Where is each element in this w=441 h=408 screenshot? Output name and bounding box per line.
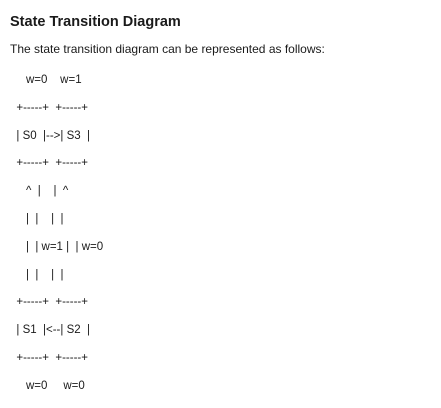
diagram-line: | | | | (10, 268, 64, 281)
diagram-line: w=0 w=0 (10, 379, 85, 392)
ascii-state-diagram: w=0 w=1 +-----+ +-----+ | S0 |-->| S3 | … (10, 74, 103, 408)
diagram-line: +-----+ +-----+ (10, 101, 88, 114)
diagram-line: w=0 w=1 (10, 74, 82, 86)
diagram-line: | | w=1 | | w=0 (10, 240, 104, 253)
diagram-line: | S1 |<--| S2 | (10, 324, 91, 337)
diagram-line: +-----+ +-----+ (10, 351, 88, 364)
page-title: State Transition Diagram (10, 14, 181, 30)
intro-paragraph: The state transition diagram can be repr… (10, 42, 325, 56)
diagram-line: +-----+ +-----+ (10, 157, 88, 170)
diagram-line: | | | | (10, 212, 64, 225)
diagram-line: | S0 |-->| S3 | (10, 129, 91, 142)
diagram-line: +-----+ +-----+ (10, 296, 88, 309)
diagram-line: ^ | | ^ (10, 185, 69, 198)
